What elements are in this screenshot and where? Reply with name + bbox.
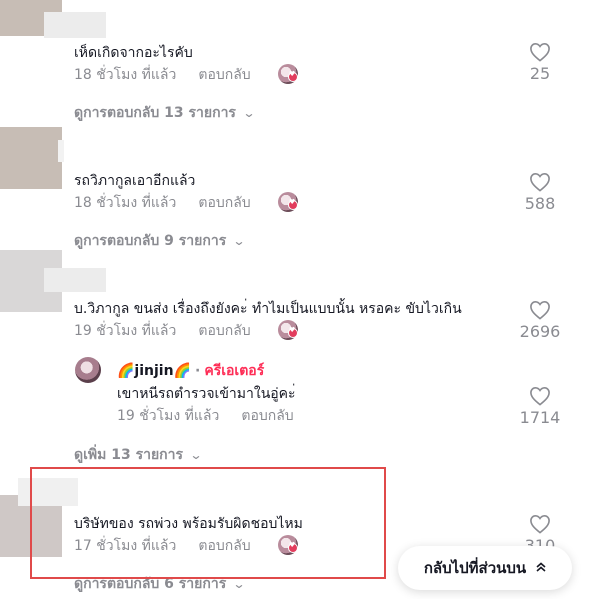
reply-button[interactable]: ตอบกลับ (198, 195, 250, 211)
commenter-name-blurred[interactable] (44, 12, 106, 38)
reply-button[interactable]: ตอบกลับ (198, 323, 250, 339)
comment-text: เห็ดเกิดจากอะไรคับ (74, 45, 193, 61)
commenter-name-blurred[interactable] (44, 268, 106, 292)
reply-time: 19 ชั่วโมง ที่แล้ว (117, 408, 220, 424)
back-to-top-label: กลับไปที่ส่วนบน (423, 559, 527, 577)
comment-time: 18 ชั่วโมง ที่แล้ว (74, 67, 177, 83)
creator-heart-icon (288, 198, 298, 210)
creator-heart-icon (288, 70, 298, 82)
heart-icon (530, 172, 550, 192)
reply-button[interactable]: ตอบกลับ (241, 408, 293, 424)
comment-meta: 18 ชั่วโมง ที่แล้ว ตอบกลับ (74, 64, 251, 86)
chevron-down-icon: ⌄ (242, 106, 256, 120)
commenter-avatar[interactable] (0, 127, 62, 189)
comment-text: บ.วิภากูล ขนส่ง เรื่องถึงยังคะ่ ทำไมเป็น… (74, 301, 462, 317)
like-count: 2696 (519, 322, 561, 341)
view-more-label: ดูเพิ่ม 13 รายการ (74, 447, 184, 463)
reply-button[interactable]: ตอบกลับ (198, 67, 250, 83)
reply-text: เขาหนีรถตำรวจเข้ามาในอู่คะ่ (117, 386, 296, 402)
view-more-button[interactable]: ดูเพิ่ม 13 รายการ ⌄ (74, 444, 203, 466)
creator-badge: ครีเอเตอร์ (204, 363, 265, 379)
heart-icon (530, 386, 550, 406)
like-button[interactable]: 2696 (510, 300, 570, 341)
like-button[interactable]: 1714 (510, 386, 570, 427)
commenter-name-blurred[interactable] (58, 140, 64, 162)
highlight-box (30, 467, 386, 579)
comment-meta: 19 ชั่วโมง ที่แล้ว ตอบกลับ (74, 320, 251, 342)
reply-meta: 19 ชั่วโมง ที่แล้ว ตอบกลับ (117, 405, 294, 427)
like-button[interactable]: 25 (510, 42, 570, 83)
chevron-down-icon: ⌄ (232, 577, 246, 591)
heart-icon (530, 514, 550, 534)
view-replies-button[interactable]: ดูการตอบกลับ 13 รายการ ⌄ (74, 102, 256, 124)
creator-avatar[interactable] (75, 357, 101, 383)
like-count: 25 (529, 64, 551, 83)
double-chevron-up-icon (536, 561, 546, 575)
creator-name-line: 🌈jinjin🌈 · ครีเอเตอร์ (117, 360, 264, 382)
view-replies-button[interactable]: ดูการตอบกลับ 9 รายการ ⌄ (74, 230, 246, 252)
back-to-top-button[interactable]: กลับไปที่ส่วนบน (398, 546, 572, 590)
chevron-down-icon: ⌄ (232, 234, 246, 248)
comment-time: 18 ชั่วโมง ที่แล้ว (74, 195, 177, 211)
chevron-down-icon: ⌄ (189, 448, 203, 462)
heart-icon (530, 42, 550, 62)
creator-name[interactable]: 🌈jinjin🌈 (117, 363, 191, 379)
comment-text: รถวิภากูลเอาอีกแล้ว (74, 173, 196, 189)
comment-time: 19 ชั่วโมง ที่แล้ว (74, 323, 177, 339)
creator-heart-icon (288, 326, 298, 338)
like-button[interactable]: 588 (510, 172, 570, 213)
like-count: 588 (524, 194, 556, 213)
view-replies-label: ดูการตอบกลับ 9 รายการ (74, 233, 227, 249)
view-replies-label: ดูการตอบกลับ 13 รายการ (74, 105, 236, 121)
heart-icon (530, 300, 550, 320)
like-count: 1714 (519, 408, 561, 427)
separator-dot: · (195, 363, 201, 379)
comment-meta: 18 ชั่วโมง ที่แล้ว ตอบกลับ (74, 192, 251, 214)
